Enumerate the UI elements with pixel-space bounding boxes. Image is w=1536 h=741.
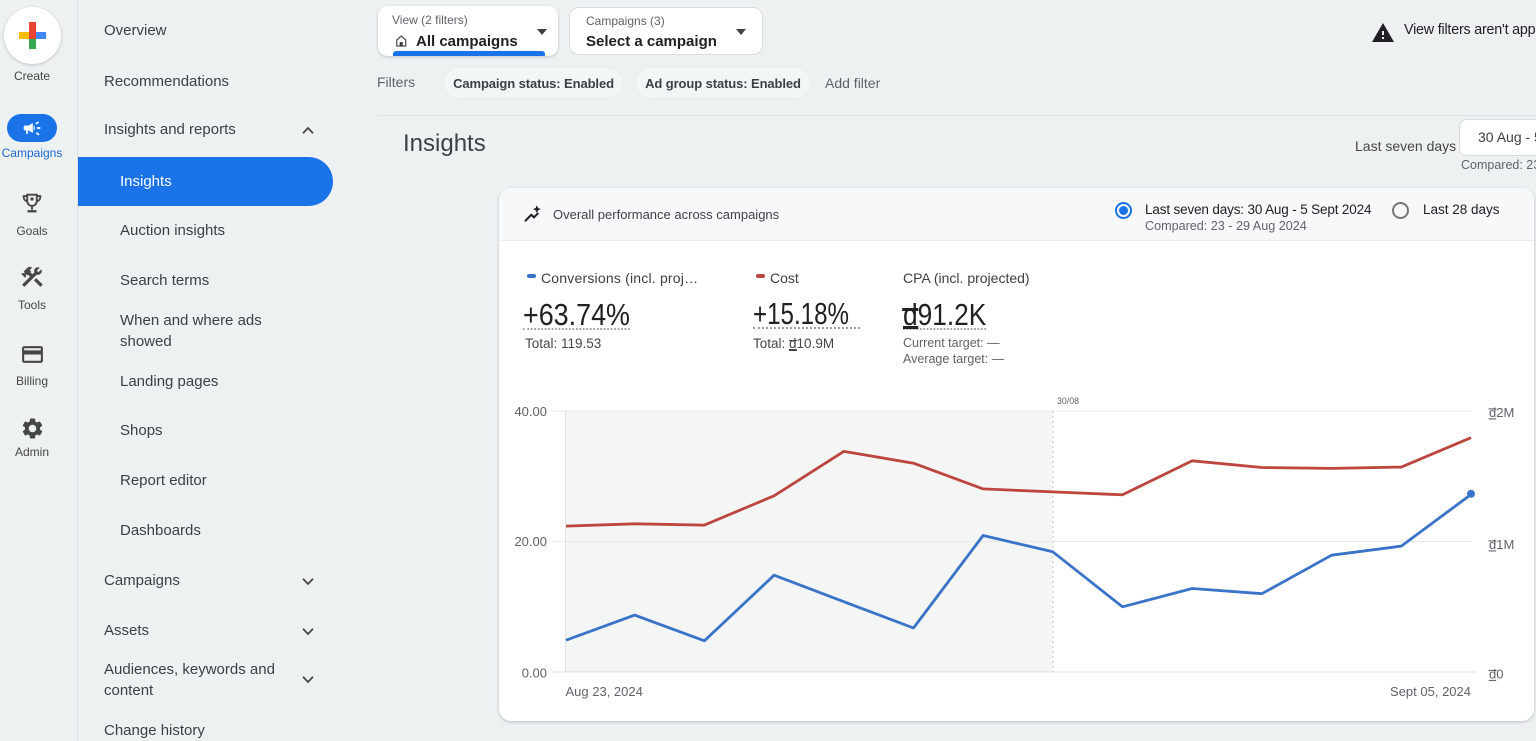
svg-text:Aug 23, 2024: Aug 23, 2024	[566, 684, 643, 699]
svg-text:d2M: d2M	[1489, 405, 1514, 420]
svg-text:30/08: 30/08	[1057, 396, 1079, 406]
svg-text:d0: d0	[1489, 667, 1503, 682]
svg-text:d1M: d1M	[1489, 537, 1514, 552]
svg-text:20.00: 20.00	[514, 534, 547, 549]
svg-text:0.00: 0.00	[522, 666, 547, 681]
svg-text:Sept 05, 2024: Sept 05, 2024	[1390, 684, 1471, 699]
svg-text:40.00: 40.00	[514, 404, 547, 419]
